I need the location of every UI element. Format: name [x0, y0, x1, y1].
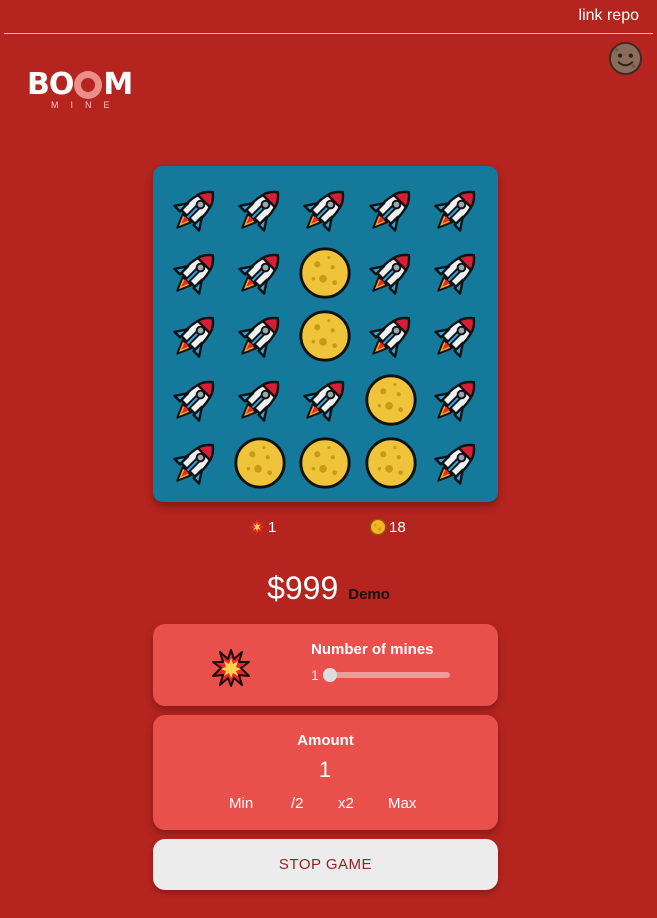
board-cell[interactable] — [295, 242, 356, 303]
collision-icon — [212, 649, 250, 687]
double-button[interactable]: x2 — [338, 795, 354, 812]
board-cell[interactable] — [164, 306, 225, 367]
rocket-icon — [231, 307, 289, 365]
board-cell[interactable] — [360, 179, 421, 240]
board-cell[interactable] — [426, 433, 487, 494]
rocket-icon — [231, 181, 289, 239]
moon-icon — [296, 434, 354, 492]
board-cell[interactable] — [164, 369, 225, 430]
rocket-icon — [166, 434, 224, 492]
mines-panel: Number of mines 1 — [153, 624, 498, 706]
rocket-icon — [296, 371, 354, 429]
top-bar: link repo — [4, 0, 653, 34]
moon-face-icon[interactable] — [608, 41, 643, 76]
rocket-icon — [427, 371, 485, 429]
rocket-icon — [362, 181, 420, 239]
board-cell[interactable] — [229, 179, 290, 240]
balance-amount: $999 — [267, 570, 339, 606]
rocket-icon — [362, 307, 420, 365]
board-cell[interactable] — [426, 306, 487, 367]
link-repo[interactable]: link repo — [579, 7, 639, 25]
board-cell[interactable] — [360, 433, 421, 494]
logo-letters-bo: B — [27, 67, 50, 102]
rocket-icon — [231, 371, 289, 429]
board-cell[interactable] — [426, 179, 487, 240]
mine-board — [153, 166, 498, 502]
mines-value: 1 — [311, 667, 319, 683]
mines-slider[interactable] — [325, 672, 450, 678]
rocket-icon — [166, 244, 224, 302]
board-cell[interactable] — [229, 433, 290, 494]
board-cell[interactable] — [360, 242, 421, 303]
logo-letter-o1: O — [48, 67, 74, 102]
board-cell[interactable] — [360, 306, 421, 367]
board-cell[interactable] — [229, 242, 290, 303]
board-cell[interactable] — [164, 179, 225, 240]
stop-game-button[interactable]: STOP GAME — [153, 839, 498, 890]
app-page: link repo BOM MINE 1 18 $999 Demo Number… — [0, 0, 657, 918]
rocket-icon — [362, 244, 420, 302]
logo-letter-m: M — [103, 67, 133, 102]
mines-stat-value: 1 — [268, 518, 277, 536]
logo-word: BOM — [27, 68, 147, 102]
collision-icon — [248, 518, 266, 536]
board-cell[interactable] — [295, 369, 356, 430]
mines-slider-thumb[interactable] — [323, 668, 337, 682]
amount-panel: Amount Min /2 x2 Max — [153, 715, 498, 830]
rocket-icon — [166, 307, 224, 365]
board-cell[interactable] — [229, 369, 290, 430]
board-cell[interactable] — [164, 242, 225, 303]
rocket-icon — [166, 181, 224, 239]
rocket-icon — [427, 244, 485, 302]
board-cell[interactable] — [295, 306, 356, 367]
board-cell[interactable] — [426, 242, 487, 303]
board-cell[interactable] — [164, 433, 225, 494]
board-cell[interactable] — [229, 306, 290, 367]
logo: BOM MINE — [27, 68, 147, 118]
rocket-icon — [427, 307, 485, 365]
rocket-icon — [166, 371, 224, 429]
balance-mode: Demo — [348, 586, 390, 603]
moon-icon — [231, 434, 289, 492]
moon-icon — [296, 307, 354, 365]
gems-stat: 18 — [369, 518, 406, 536]
rocket-icon — [296, 181, 354, 239]
moon-icon — [362, 371, 420, 429]
rocket-icon — [231, 244, 289, 302]
mines-title: Number of mines — [311, 641, 434, 658]
balance: $999 Demo — [0, 570, 657, 607]
gems-stat-value: 18 — [389, 518, 406, 536]
rocket-icon — [427, 434, 485, 492]
rocket-icon — [427, 181, 485, 239]
board-cell[interactable] — [295, 179, 356, 240]
min-button[interactable]: Min — [229, 795, 253, 812]
max-button[interactable]: Max — [388, 795, 416, 812]
moon-icon — [362, 434, 420, 492]
amount-title: Amount — [297, 732, 354, 749]
board-cell[interactable] — [295, 433, 356, 494]
amount-input[interactable] — [275, 757, 375, 783]
coin-icon — [369, 518, 387, 536]
moon-icon — [296, 244, 354, 302]
half-button[interactable]: /2 — [291, 795, 304, 812]
board-cell[interactable] — [360, 369, 421, 430]
mines-stat: 1 — [248, 518, 276, 536]
logo-bomb-icon — [74, 71, 103, 99]
board-cell[interactable] — [426, 369, 487, 430]
